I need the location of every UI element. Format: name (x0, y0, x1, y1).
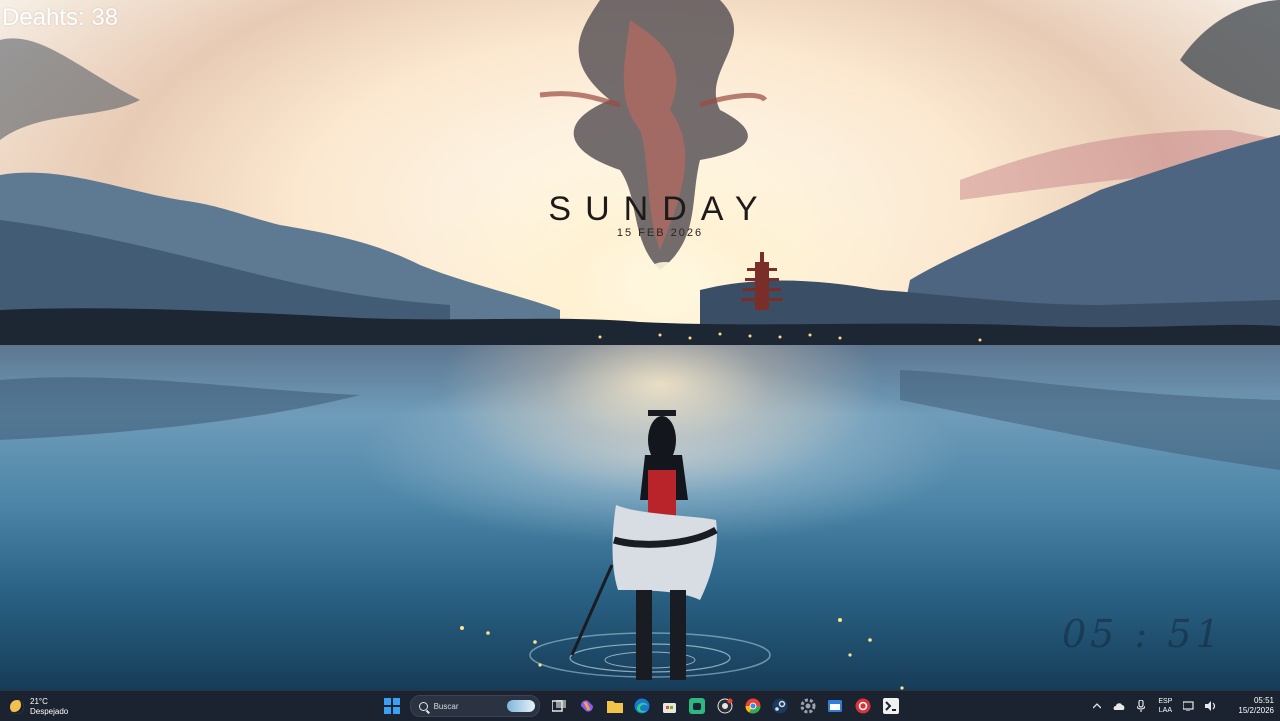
desktop-wallpaper: 05 : 51 (0, 0, 1280, 690)
deaths-counter: Deahts: 38 (2, 4, 119, 31)
windows-logo-icon (383, 698, 400, 714)
clock-date: 15/2/2026 (1238, 706, 1274, 715)
weather-text: 21°C Despejado (30, 697, 68, 717)
edge-icon (634, 698, 650, 714)
edge-button[interactable] (631, 695, 653, 717)
language-code: ESP (1158, 698, 1173, 705)
app-icon (882, 698, 899, 714)
github-icon (717, 698, 733, 714)
cloud-icon[interactable] (1112, 699, 1126, 713)
steam-button[interactable] (769, 695, 791, 717)
window-icon (828, 700, 843, 712)
app-red-button[interactable] (852, 695, 874, 717)
system-tray: ESP LAA 05:51 15/2/2026 (1086, 694, 1274, 718)
clock-time: 05:51 (1253, 696, 1274, 705)
weather-condition: Despejado (30, 707, 69, 716)
app-dark-button[interactable] (880, 695, 902, 717)
network-icon[interactable] (1182, 699, 1196, 713)
weather-widget[interactable]: 21°C Despejado (10, 696, 68, 718)
language-indicator[interactable]: ESP LAA (1158, 697, 1172, 715)
start-button[interactable] (381, 695, 403, 717)
chrome-button[interactable] (742, 695, 764, 717)
search-highlight-icon (506, 700, 535, 712)
figure-art (0, 370, 1280, 690)
app-blue-button[interactable] (824, 695, 846, 717)
gear-icon (800, 698, 816, 714)
chrome-icon (745, 698, 761, 714)
keyboard-layout: LAA (1158, 707, 1173, 714)
task-view-icon (552, 700, 567, 712)
search-icon (418, 701, 428, 711)
copilot-icon (580, 700, 593, 712)
file-explorer-button[interactable] (604, 695, 626, 717)
store-icon (663, 702, 677, 713)
task-view-button[interactable] (548, 695, 570, 717)
microphone-icon[interactable] (1134, 699, 1148, 713)
folder-icon (606, 701, 623, 713)
red-circle-icon (855, 698, 871, 714)
wallpaper-clock-signature: 05 : 51 (1062, 612, 1224, 656)
weather-temperature: 21°C (30, 697, 48, 706)
store-button[interactable] (659, 695, 681, 717)
github-button[interactable] (714, 695, 736, 717)
moon-icon (10, 700, 24, 714)
taskbar-clock[interactable]: 05:51 15/2/2026 (1238, 696, 1274, 716)
taskbar-center: Buscar (378, 694, 904, 718)
xbox-button[interactable] (686, 695, 708, 717)
settings-button[interactable] (797, 695, 819, 717)
chevron-up-icon[interactable] (1090, 699, 1104, 713)
taskbar: 21°C Despejado Buscar ESP LAA 05:51 15/2… (0, 690, 1280, 721)
copilot-button[interactable] (576, 695, 598, 717)
day-of-week-widget: SUNDAY (548, 190, 772, 228)
taskbar-search[interactable]: Buscar (409, 695, 540, 717)
volume-icon[interactable] (1204, 699, 1218, 713)
date-widget: 15 FEB 2026 (616, 227, 704, 239)
xbox-icon (689, 698, 706, 714)
steam-icon (772, 698, 788, 714)
search-placeholder: Buscar (433, 701, 459, 711)
